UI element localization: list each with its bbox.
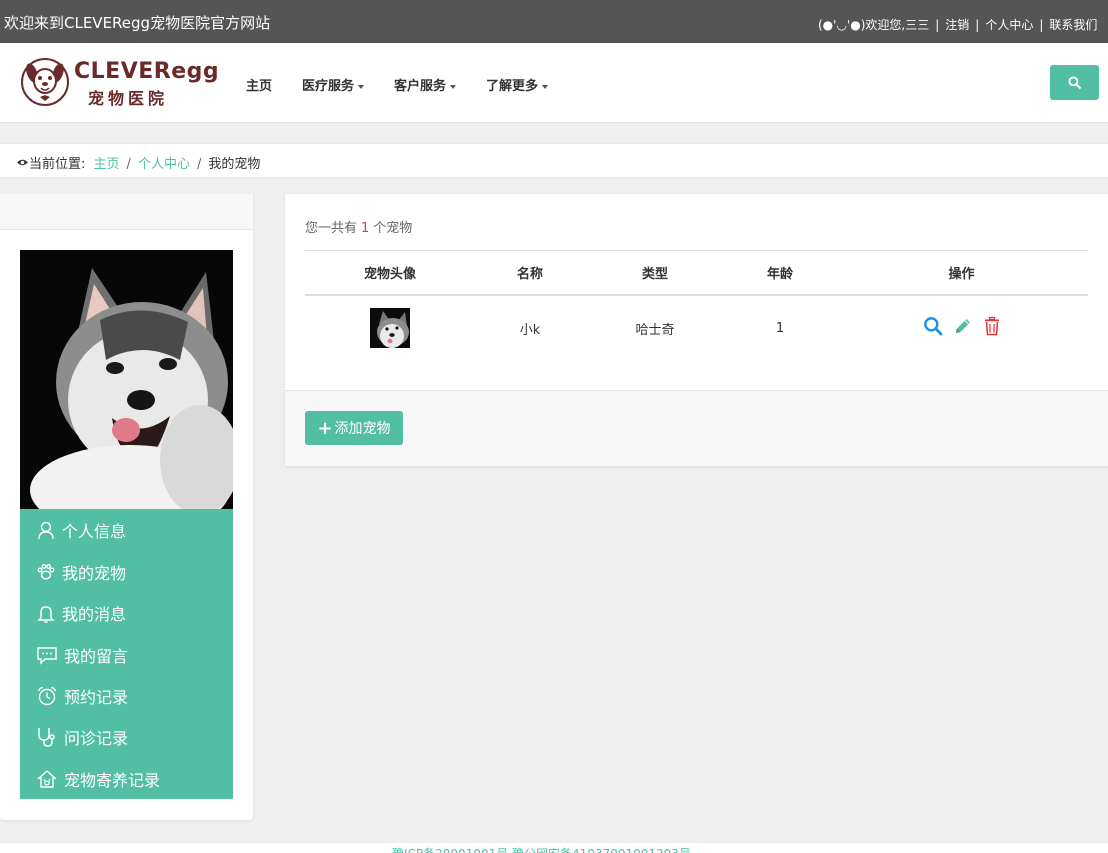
pet-name-cell: 小k (519, 322, 541, 338)
trash-icon (984, 316, 999, 336)
site-logo[interactable]: CLEVERegg 宠物医院 (20, 55, 219, 111)
search-button[interactable] (1050, 65, 1099, 100)
breadcrumb-prefix: 当前位置: (29, 157, 86, 172)
side-item-boarding-records[interactable]: 宠物寄养记录 (36, 767, 160, 791)
column-header-age: 年龄 (725, 250, 835, 296)
side-item-label: 宠物寄养记录 (64, 771, 161, 790)
side-item-appointments[interactable]: 预约记录 (36, 684, 128, 708)
pet-profile-photo (20, 250, 233, 509)
paw-icon (37, 564, 55, 580)
user-side-panel: 个人信息 我的宠物 我的消息 我的留言 预约记录 问诊记录 宠物寄养记录 (0, 194, 253, 820)
separator: | (935, 18, 940, 32)
contact-link[interactable]: 联系我们 (1049, 18, 1097, 32)
nav-item-label: 客户服务 (394, 79, 447, 94)
site-footer: 豫ICP备20001001号 豫公网安备41037001001203号 (0, 843, 1108, 853)
footer-icp-text: 豫ICP备20001001号 豫公网安备41037001001203号 (392, 845, 691, 853)
pet-count-suffix: 个宠物 (373, 221, 413, 236)
column-header-name: 名称 (475, 250, 585, 296)
side-item-label: 我的消息 (62, 605, 127, 624)
greeting-text: (●'◡'●)欢迎您,三三 (818, 18, 930, 32)
husky-thumbnail (370, 308, 410, 348)
nav-item-label: 了解更多 (486, 79, 539, 94)
side-item-label: 我的宠物 (62, 564, 127, 583)
side-panel-header (0, 194, 253, 230)
column-header-actions: 操作 (835, 250, 1088, 296)
table-header-row: 宠物头像 名称 类型 年龄 操作 (305, 250, 1088, 296)
search-icon (923, 317, 942, 336)
separator: | (1039, 18, 1044, 32)
side-item-my-comments[interactable]: 我的留言 (36, 643, 128, 667)
nav-item-medical-services[interactable]: 医疗服务 (302, 75, 365, 94)
eye-icon (17, 159, 28, 166)
add-pet-button[interactable]: + 添加宠物 (305, 411, 403, 445)
caret-down-icon (358, 84, 365, 89)
nav-menu: 主页 医疗服务 客户服务 了解更多 (246, 75, 578, 94)
column-header-type: 类型 (585, 250, 725, 296)
pet-avatar[interactable] (370, 308, 410, 348)
top-bar: 欢迎来到CLEVERegg宠物医院官方网站 (●'◡'●)欢迎您,三三 | 注销 | 个… (0, 0, 1108, 43)
pet-count-line: 您一共有 1 个宠物 (305, 217, 412, 236)
personal-center-link[interactable]: 个人中心 (985, 18, 1033, 32)
pets-panel-footer: + 添加宠物 (285, 390, 1108, 466)
caret-down-icon (450, 84, 457, 89)
breadcrumb-home-link[interactable]: 主页 (94, 157, 120, 172)
stethoscope-icon (38, 728, 55, 747)
logout-link[interactable]: 注销 (945, 18, 969, 32)
main-navbar: CLEVERegg 宠物医院 主页 医疗服务 客户服务 了解更多 (0, 43, 1108, 123)
bell-icon (37, 606, 55, 623)
alarm-clock-icon (37, 686, 57, 706)
dog-logo-icon (21, 58, 69, 106)
delete-pet-button[interactable] (983, 316, 1001, 336)
column-header-avatar: 宠物头像 (305, 250, 475, 296)
pets-panel: 您一共有 1 个宠物 宠物头像 名称 类型 年龄 操作 小k 哈士奇 1 + 添… (285, 194, 1108, 466)
breadcrumb: 当前位置: 主页 / 个人中心 / 我的宠物 (0, 143, 1108, 178)
breadcrumb-separator: / (126, 157, 131, 172)
pets-table: 宠物头像 名称 类型 年龄 操作 小k 哈士奇 1 (305, 250, 1088, 361)
side-item-my-messages[interactable]: 我的消息 (36, 601, 126, 625)
breadcrumb-center-link[interactable]: 个人中心 (138, 157, 190, 172)
search-icon (1068, 76, 1081, 89)
pet-count-number: 1 (361, 221, 370, 236)
side-item-label: 预约记录 (64, 688, 129, 707)
pet-age-cell: 1 (775, 320, 785, 336)
logo-brand: CLEVERegg (74, 59, 220, 84)
nav-item-customer-services[interactable]: 客户服务 (394, 75, 457, 94)
husky-photo (20, 250, 233, 509)
add-pet-label: 添加宠物 (334, 421, 391, 437)
pet-actions-cell (835, 295, 1088, 361)
pet-type-cell: 哈士奇 (635, 322, 675, 338)
house-icon (37, 770, 57, 788)
nav-item-learn-more[interactable]: 了解更多 (486, 75, 549, 94)
breadcrumb-separator: / (196, 157, 202, 172)
table-row: 小k 哈士奇 1 (305, 295, 1088, 361)
side-item-consultations[interactable]: 问诊记录 (36, 725, 128, 749)
pet-avatar-cell (305, 295, 475, 361)
breadcrumb-current: 我的宠物 (208, 157, 261, 172)
edit-pet-button[interactable] (953, 316, 973, 336)
caret-down-icon (542, 84, 549, 89)
nav-item-label: 医疗服务 (302, 79, 355, 94)
pencil-icon (955, 319, 970, 333)
user-links: (●'◡'●)欢迎您,三三 | 注销 | 个人中心 | 联系我们 (818, 16, 1108, 33)
side-item-label: 我的留言 (64, 647, 129, 666)
side-item-label: 个人信息 (62, 522, 127, 541)
pet-count-prefix: 您一共有 (305, 221, 358, 236)
separator: | (975, 18, 980, 32)
nav-item-home[interactable]: 主页 (246, 75, 272, 94)
side-item-my-pets[interactable]: 我的宠物 (36, 560, 126, 584)
view-pet-button[interactable] (923, 316, 943, 336)
plus-icon: + (317, 417, 333, 439)
side-item-label: 问诊记录 (64, 729, 129, 748)
welcome-text: 欢迎来到CLEVERegg宠物医院官方网站 (4, 14, 271, 32)
logo-subtitle: 宠物医院 (88, 89, 169, 108)
user-icon (38, 521, 54, 540)
side-menu: 个人信息 我的宠物 我的消息 我的留言 预约记录 问诊记录 宠物寄养记录 (20, 509, 233, 799)
nav-item-label: 主页 (246, 79, 273, 94)
comment-icon (37, 647, 57, 665)
side-item-personal-info[interactable]: 个人信息 (36, 518, 126, 542)
